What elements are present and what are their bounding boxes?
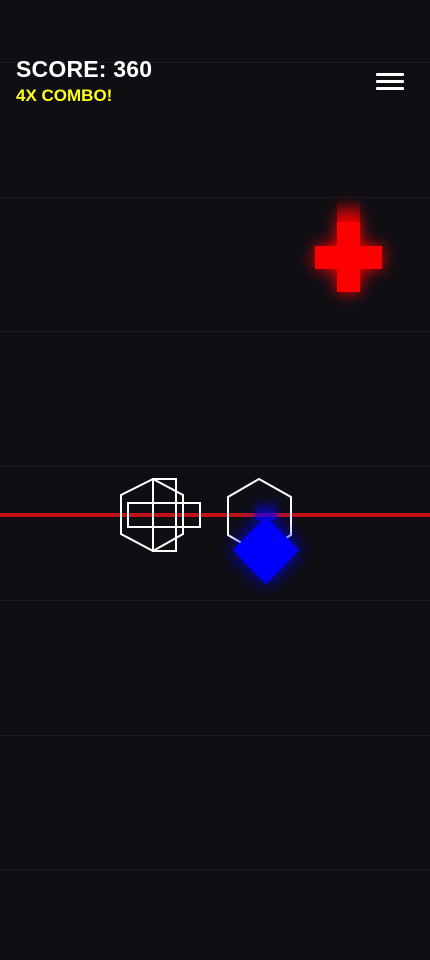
target-combined-outline [120, 477, 201, 553]
falling-blue-diamond [233, 500, 299, 584]
game-board[interactable]: SCORE: 360 4X COMBO! [0, 0, 430, 960]
falling-red-cross [315, 200, 382, 292]
playfield-shapes [120, 200, 382, 584]
